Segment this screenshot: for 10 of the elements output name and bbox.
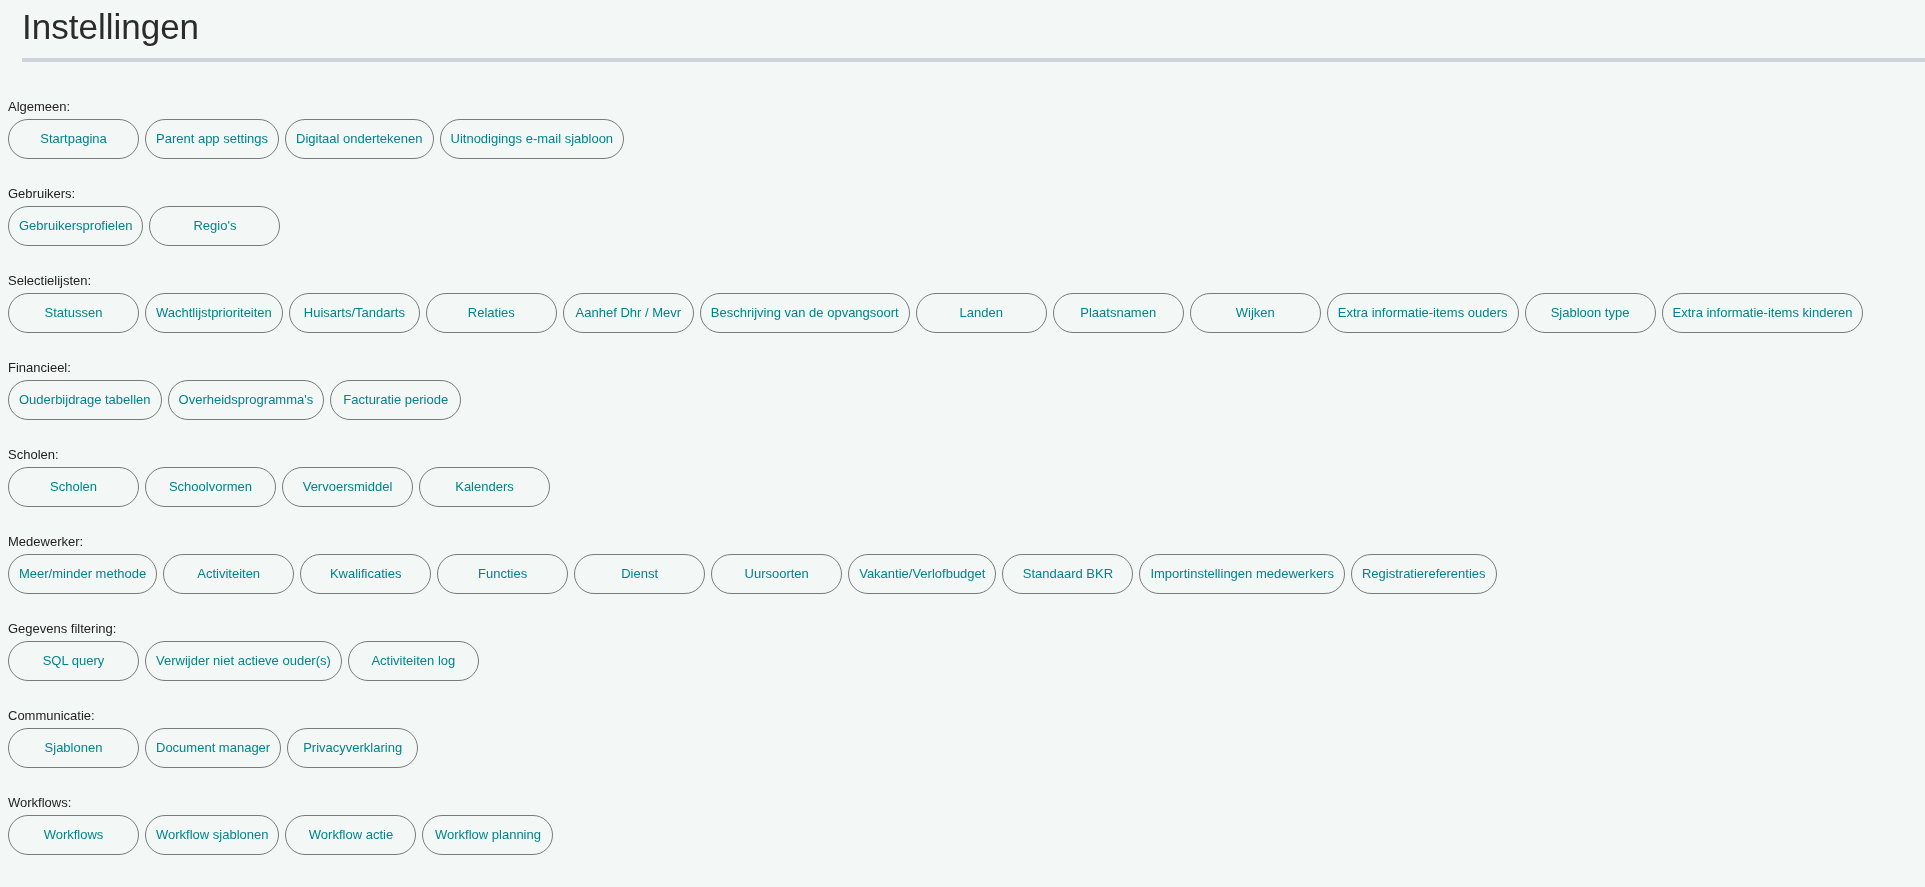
section-label: Workflows:: [8, 794, 72, 812]
section-label: Communicatie:: [8, 707, 95, 725]
page-title: Instellingen: [22, 6, 201, 48]
section-label: Medewerker:: [8, 533, 84, 551]
section-label: Gebruikers:: [8, 185, 76, 203]
section-label: Selectielijsten:: [8, 272, 92, 290]
section-label: Gegevens filtering:: [8, 620, 117, 638]
section-label: Scholen:: [8, 446, 59, 464]
section-label: Algemeen:: [8, 98, 71, 116]
section-label: Financieel:: [8, 359, 71, 377]
